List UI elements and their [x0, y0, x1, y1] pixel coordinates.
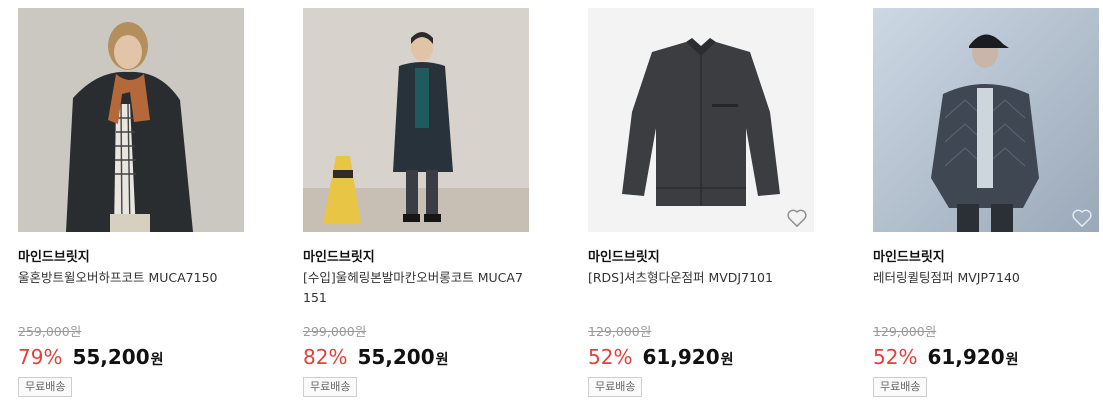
product-brand[interactable]: 마인드브릿지: [303, 246, 375, 265]
free-shipping-badge: 무료배송: [18, 377, 73, 397]
sale-price: 61,920: [927, 345, 1005, 369]
product-photo-coat-half: [18, 8, 244, 232]
sale-price: 55,200: [72, 345, 150, 369]
price-line: 52% 61,920 원: [873, 345, 1019, 369]
price-line: 79% 55,200 원: [18, 345, 164, 369]
sale-price: 61,920: [642, 345, 720, 369]
price-line: 52% 61,920 원: [588, 345, 734, 369]
discount-rate: 52%: [873, 345, 918, 369]
price-line: 82% 55,200 원: [303, 345, 449, 369]
free-shipping-badge: 무료배송: [303, 377, 358, 397]
product-brand[interactable]: 마인드브릿지: [873, 246, 945, 265]
sale-price: 55,200: [357, 345, 435, 369]
free-shipping-badge: 무료배송: [588, 377, 643, 397]
product-card[interactable]: 마인드브릿지 [수입]울헤링본발마칸오버롱코트 MUCA7151 299,000…: [303, 8, 529, 408]
product-title[interactable]: [RDS]셔츠형다운점퍼 MVDJ7101: [588, 268, 810, 288]
currency-unit: 원: [435, 352, 449, 368]
product-image[interactable]: [873, 8, 1099, 232]
product-title[interactable]: [수입]울헤링본발마칸오버롱코트 MUCA7151: [303, 268, 525, 308]
product-image[interactable]: [588, 8, 814, 232]
discount-rate: 52%: [588, 345, 633, 369]
product-card[interactable]: 마인드브릿지 울혼방트윌오버하프코트 MUCA7150 259,000원 79%…: [18, 8, 244, 408]
currency-unit: 원: [720, 352, 734, 368]
discount-rate: 82%: [303, 345, 348, 369]
currency-unit: 원: [1005, 352, 1019, 368]
product-image[interactable]: [18, 8, 244, 232]
original-price: 129,000원: [873, 324, 937, 339]
discount-rate: 79%: [18, 345, 63, 369]
original-price: 259,000원: [18, 324, 82, 339]
product-brand[interactable]: 마인드브릿지: [588, 246, 660, 265]
original-price: 299,000원: [303, 324, 367, 339]
product-image[interactable]: [303, 8, 529, 232]
currency-unit: 원: [150, 352, 164, 368]
product-photo-quilted-jacket: [873, 8, 1099, 232]
product-photo-jacket: [588, 8, 814, 232]
original-price: 129,000원: [588, 324, 652, 339]
product-card[interactable]: 마인드브릿지 [RDS]셔츠형다운점퍼 MVDJ7101 129,000원 52…: [588, 8, 814, 408]
product-title[interactable]: 레터링퀼팅점퍼 MVJP7140: [873, 268, 1095, 288]
product-photo-long-coat: [303, 8, 529, 232]
heart-outline-icon[interactable]: [1071, 208, 1093, 228]
free-shipping-badge: 무료배송: [873, 377, 928, 397]
product-brand[interactable]: 마인드브릿지: [18, 246, 90, 265]
product-card[interactable]: 마인드브릿지 레터링퀼팅점퍼 MVJP7140 129,000원 52% 61,…: [873, 8, 1099, 408]
product-grid: 마인드브릿지 울혼방트윌오버하프코트 MUCA7150 259,000원 79%…: [0, 0, 1103, 420]
heart-outline-icon[interactable]: [786, 208, 808, 228]
product-title[interactable]: 울혼방트윌오버하프코트 MUCA7150: [18, 268, 240, 288]
